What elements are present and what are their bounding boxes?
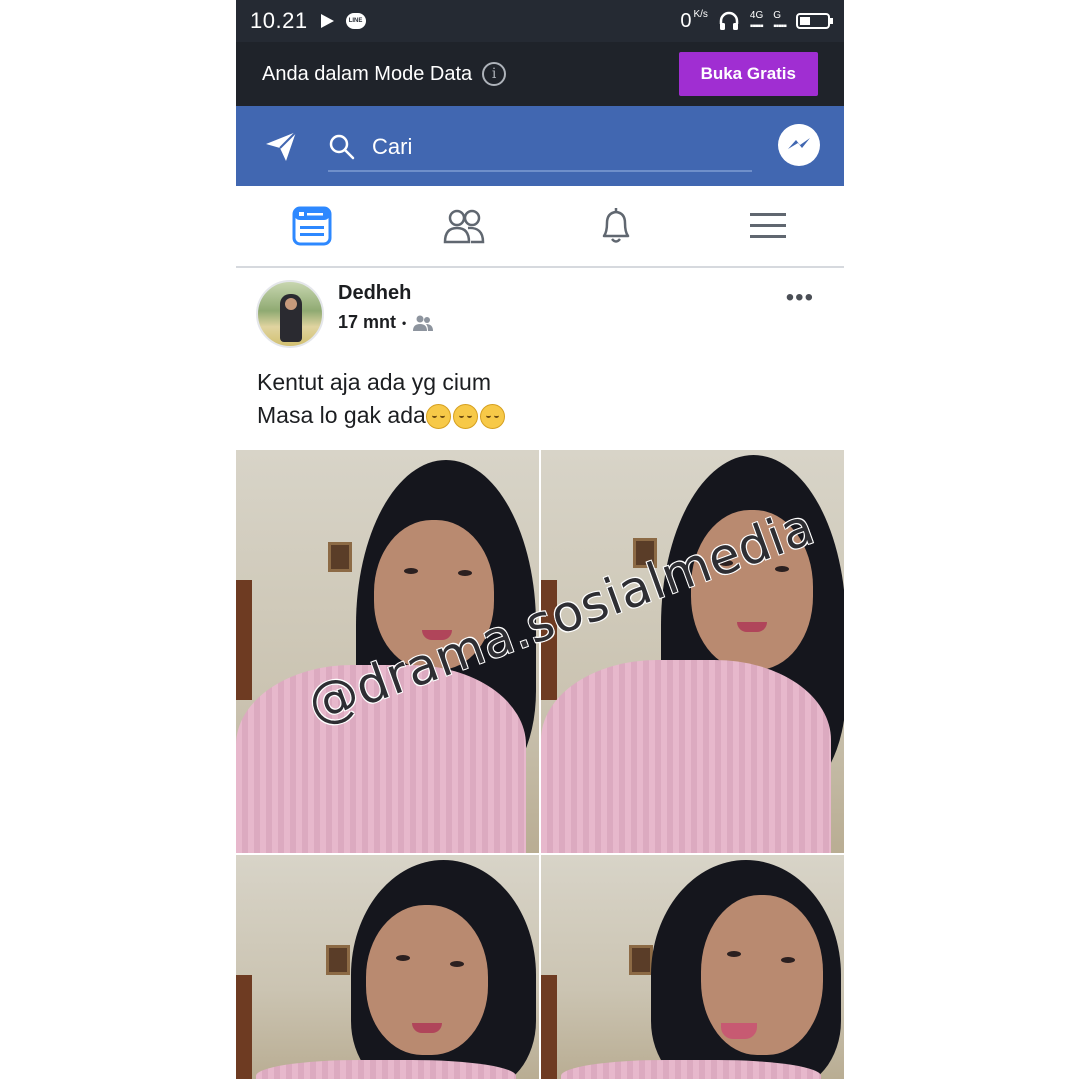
photo-eye — [450, 961, 464, 967]
post-text-line-2-wrap: Masa lo gak ada — [257, 399, 505, 432]
status-time: 10.21 — [250, 8, 308, 33]
relieved-face-emoji-icon — [452, 404, 478, 430]
post-time[interactable]: 17 mnt — [338, 312, 396, 333]
photo-eye — [396, 955, 410, 961]
post-author[interactable]: Dedheh — [338, 282, 411, 305]
relieved-face-emoji-icon — [479, 404, 505, 430]
avatar[interactable] — [256, 280, 324, 348]
post-text: Kentut aja ada yg cium Masa lo gak ada — [257, 366, 505, 432]
news-feed-icon — [292, 206, 332, 246]
network-speed-value: 0 — [680, 9, 692, 32]
data-mode-banner: Anda dalam Mode Data i Buka Gratis — [236, 42, 844, 106]
photo-wall-frame — [328, 542, 352, 572]
post-text-line-2: Masa lo gak ada — [257, 402, 426, 428]
photo-wall-frame — [326, 945, 350, 975]
signal-sim2-label: G — [773, 10, 782, 21]
photo-sweater — [541, 660, 831, 853]
photo-eye — [781, 957, 795, 963]
post-photo[interactable] — [541, 855, 844, 1079]
search-input[interactable]: Cari — [372, 134, 412, 160]
signal-sim1-bars-icon: ▪▪▪▪▪ — [749, 21, 764, 32]
line-app-icon: LINE — [345, 13, 366, 29]
post-meta: 17 mnt • — [338, 312, 434, 333]
signal-sim2-bars-icon: ▪▪▪▪▪ — [773, 21, 787, 32]
photo-tongue — [721, 1023, 757, 1039]
photo-eye — [404, 568, 418, 574]
status-bar: 10.21 LINE 0 K/s 4G ▪▪▪▪▪ G ▪▪▪▪▪ — [236, 0, 844, 42]
network-speed-unit: K/s — [693, 8, 708, 20]
post-photo[interactable] — [236, 855, 539, 1079]
photo-face — [701, 895, 823, 1055]
app-header: Cari — [236, 106, 844, 186]
tab-news-feed[interactable] — [236, 186, 388, 266]
buka-gratis-button[interactable]: Buka Gratis — [678, 52, 818, 96]
tab-notifications[interactable] — [540, 186, 692, 266]
info-icon[interactable]: i — [482, 62, 507, 86]
battery-icon — [796, 13, 833, 29]
search-icon — [329, 134, 355, 160]
friends-icon — [443, 209, 485, 244]
signal-sim1: 4G ▪▪▪▪▪ — [749, 10, 764, 32]
search-bar[interactable]: Cari — [328, 124, 752, 172]
tab-menu[interactable] — [692, 186, 844, 266]
friends-audience-icon — [413, 315, 434, 331]
photo-door — [236, 580, 252, 700]
emoji-row — [425, 404, 505, 430]
status-right: 0 K/s 4G ▪▪▪▪▪ G ▪▪▪▪▪ — [680, 8, 833, 33]
nav-tabs — [236, 186, 844, 268]
play-icon — [320, 14, 334, 28]
photo-sweater — [256, 1060, 516, 1079]
photo-eye — [458, 570, 472, 576]
post-text-line-1: Kentut aja ada yg cium — [257, 369, 491, 395]
data-mode-text: Anda dalam Mode Data — [262, 62, 473, 85]
signal-sim2: G ▪▪▪▪▪ — [773, 10, 787, 32]
messenger-icon[interactable] — [778, 124, 820, 166]
status-left: 10.21 LINE — [250, 8, 366, 34]
photo-eye — [727, 951, 741, 957]
photo-door — [236, 975, 252, 1079]
tab-friends[interactable] — [388, 186, 540, 266]
photo-sweater — [561, 1060, 821, 1079]
network-speed: 0 K/s — [680, 8, 708, 33]
post-header: Dedheh 17 mnt • ••• — [236, 270, 844, 362]
hamburger-icon — [750, 213, 786, 238]
relieved-face-emoji-icon — [425, 404, 451, 430]
bell-icon — [602, 208, 630, 243]
photo-door — [541, 975, 557, 1079]
more-options-icon[interactable]: ••• — [786, 284, 814, 312]
signal-sim1-label: 4G — [749, 10, 764, 21]
photo-wall-frame — [629, 945, 653, 975]
paper-plane-icon[interactable] — [262, 127, 300, 165]
avatar-face — [285, 298, 297, 310]
headphones-icon — [719, 11, 739, 30]
meta-separator: • — [402, 315, 407, 330]
